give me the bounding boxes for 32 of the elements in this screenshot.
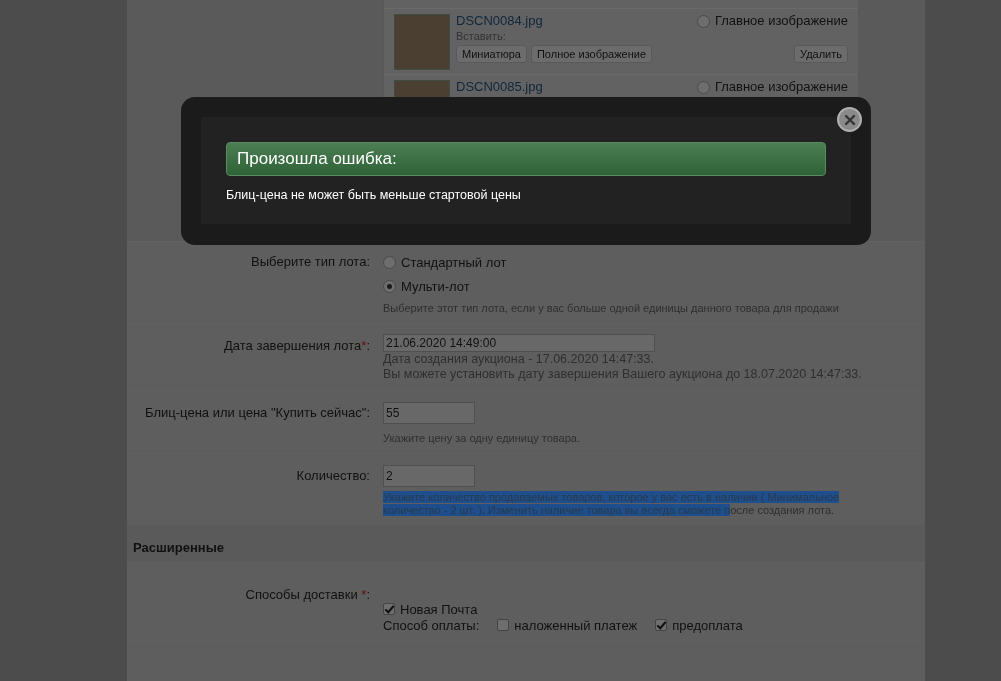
error-title: Произошла ошибка: [226,142,826,176]
field-label: Блиц-цена или цена "Купить сейчас": [144,404,371,422]
quantity-field[interactable]: 2 [383,465,475,487]
radio-label: Мульти-лот [401,278,470,294]
checkbox-label: Новая Почта [400,601,478,617]
checkbox[interactable] [655,619,668,631]
file-link[interactable]: DSCN0085.jpg [456,80,543,94]
date-field[interactable]: 21.06.2020 14:49:00 [383,334,655,352]
radio-label: Главное изображение [714,14,848,28]
checkbox[interactable] [497,619,510,631]
field-label: Количество: [295,467,371,485]
field-label: Выберите тип лота: [250,253,371,271]
checkbox[interactable] [383,603,395,615]
field-label: Дата завершения лота*: [223,337,371,355]
checkbox-label: предоплата [672,617,743,633]
file-link[interactable]: DSCN0084.jpg [456,14,543,28]
error-message: Блиц-цена не может быть меньше стартовой цены [226,188,522,202]
radio-label: Стандартный лот [401,254,507,270]
photo-placeholder [394,14,450,70]
radio-button[interactable] [696,80,710,94]
close-icon [842,112,857,127]
radio-label: Главное изображение [714,80,848,94]
delete-button[interactable]: Удалить [794,45,848,63]
price-field[interactable]: 55 [383,402,475,424]
radio-button[interactable] [383,279,396,293]
radio-button[interactable] [383,255,396,269]
field-label: Способы доставки *: [244,587,371,604]
radio-button[interactable] [696,14,710,28]
checkbox-label: наложенный платеж [514,617,638,633]
insert-button[interactable]: Полное изображение [530,45,653,63]
payment-label: Способ оплаты: [383,617,480,633]
insert-button[interactable]: Миниатюра [456,45,527,63]
